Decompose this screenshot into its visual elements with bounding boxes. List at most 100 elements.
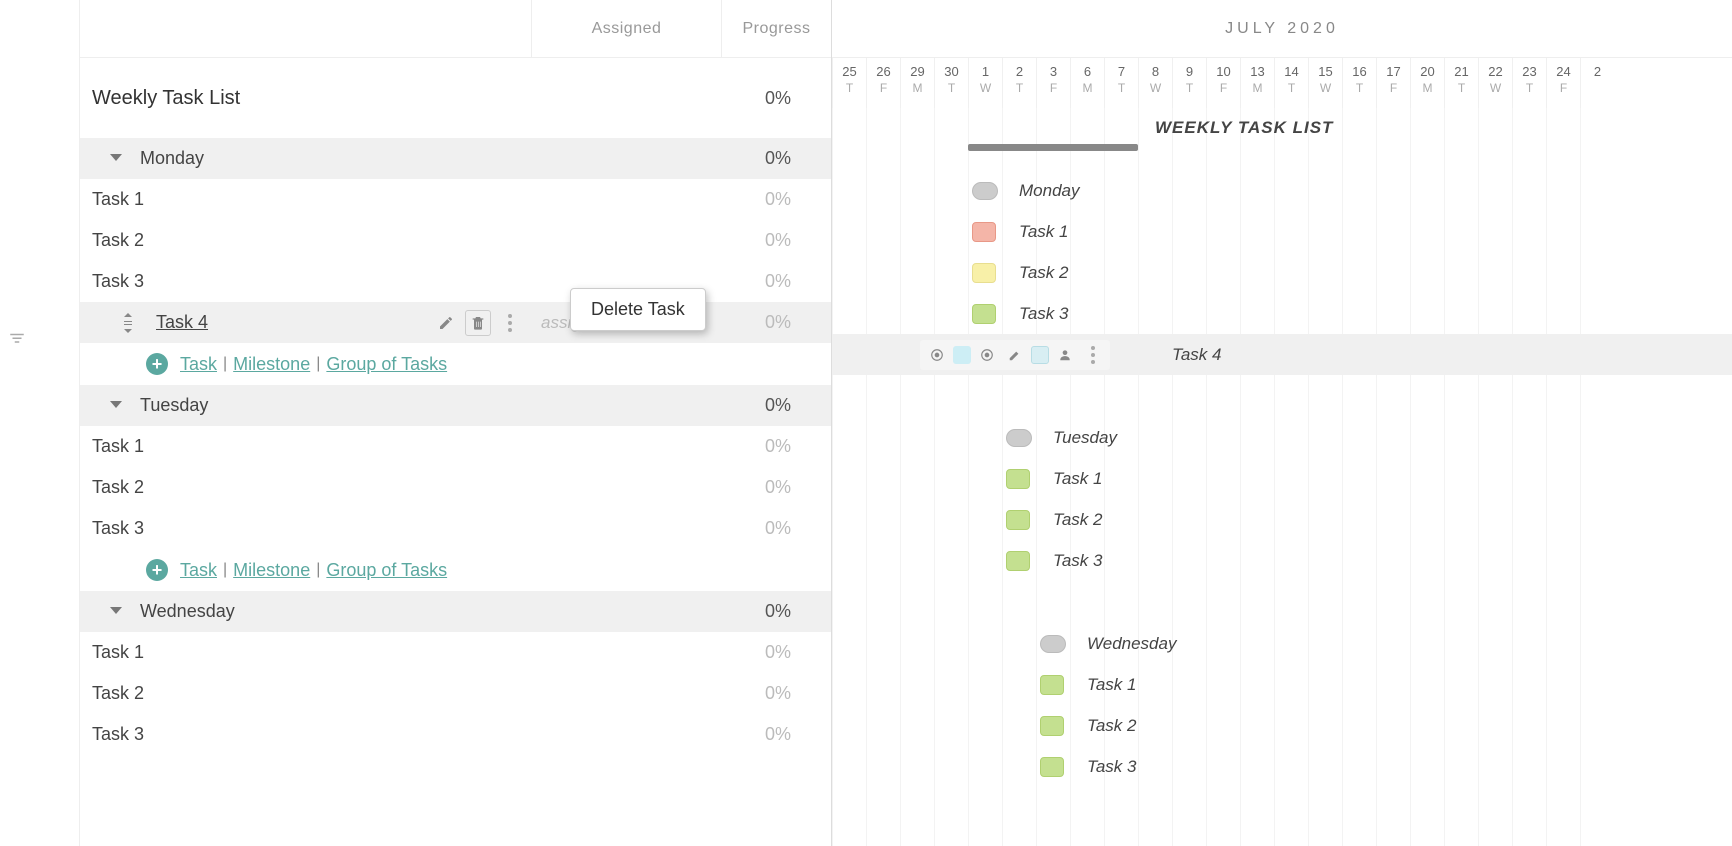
task-name[interactable]: Task 1	[92, 642, 144, 663]
day-column: 9T	[1172, 58, 1206, 108]
task-name[interactable]: Task 1	[92, 189, 144, 210]
task-name[interactable]: Task 1	[92, 436, 144, 457]
day-column: 15W	[1308, 58, 1342, 108]
task-progress: 0%	[721, 683, 831, 704]
gantt-project-label: WEEKLY TASK LIST	[1155, 118, 1333, 138]
gantt-task-bar[interactable]	[972, 263, 996, 283]
gantt-task-label: Task 3	[1053, 551, 1102, 571]
delete-task-tooltip: Delete Task	[570, 288, 706, 331]
toolbar-color-icon[interactable]	[1031, 346, 1049, 364]
collapse-icon[interactable]	[110, 401, 122, 411]
gantt-panel: JULY 2020 25T26F29M30T1W2T3F6M7T8W9T10F1…	[832, 0, 1732, 846]
toolbar-more-icon[interactable]	[1081, 343, 1105, 367]
left-gutter	[0, 0, 80, 846]
more-icon[interactable]	[497, 310, 523, 336]
task-name[interactable]: Task 3	[92, 518, 144, 539]
filter-icon[interactable]	[6, 330, 28, 348]
add-icon[interactable]: +	[146, 353, 168, 375]
gantt-task-toolbar	[920, 340, 1110, 370]
task-progress: 0%	[721, 642, 831, 663]
gantt-task-bar[interactable]	[1006, 510, 1030, 530]
day-column: 14T	[1274, 58, 1308, 108]
gantt-task-bar[interactable]	[1040, 757, 1064, 777]
task-progress: 0%	[721, 271, 831, 292]
group-name[interactable]: Tuesday	[140, 395, 208, 416]
day-column: 29M	[900, 58, 934, 108]
group-progress: 0%	[721, 601, 831, 622]
group-name[interactable]: Wednesday	[140, 601, 235, 622]
column-header-progress[interactable]: Progress	[721, 0, 831, 57]
task-progress: 0%	[721, 518, 831, 539]
toolbar-person-icon[interactable]	[1053, 343, 1077, 367]
day-column: 21T	[1444, 58, 1478, 108]
gantt-task-bar[interactable]	[1006, 469, 1030, 489]
group-name[interactable]: Monday	[140, 148, 204, 169]
gantt-group-label: Wednesday	[1087, 634, 1176, 654]
task-progress: 0%	[721, 724, 831, 745]
drag-handle-icon[interactable]	[120, 313, 136, 333]
gantt-task-bar[interactable]	[1040, 675, 1064, 695]
gantt-task-bar[interactable]	[972, 304, 996, 324]
task-progress: 0%	[721, 312, 831, 333]
gantt-task-label: Task 1	[1019, 222, 1068, 242]
gantt-task-label: Task 2	[1087, 716, 1136, 736]
gantt-task-label: Task 3	[1087, 757, 1136, 777]
gantt-task-label: Task 2	[1053, 510, 1102, 530]
delete-icon[interactable]	[465, 310, 491, 336]
task-name[interactable]: Task 2	[92, 683, 144, 704]
collapse-icon[interactable]	[110, 607, 122, 617]
gantt-task-bar[interactable]	[1040, 716, 1064, 736]
add-group-link[interactable]: Group of Tasks	[326, 354, 447, 375]
gantt-task-bar[interactable]	[1006, 551, 1030, 571]
day-column: 2T	[1002, 58, 1036, 108]
day-column: 23T	[1512, 58, 1546, 108]
toolbar-complete-icon[interactable]	[925, 343, 949, 367]
add-task-link[interactable]: Task	[180, 560, 217, 581]
gantt-task-label: Task 4	[1172, 345, 1221, 365]
day-column: 6M	[1070, 58, 1104, 108]
day-column: 25T	[832, 58, 866, 108]
day-column: 7T	[1104, 58, 1138, 108]
gantt-group-label: Tuesday	[1053, 428, 1117, 448]
gantt-project-bar[interactable]	[968, 144, 1138, 151]
collapse-icon[interactable]	[110, 154, 122, 164]
task-name[interactable]: Task 3	[92, 271, 144, 292]
day-column: 10F	[1206, 58, 1240, 108]
gantt-group-marker[interactable]	[1040, 635, 1066, 653]
add-task-link[interactable]: Task	[180, 354, 217, 375]
gantt-task-label: Task 3	[1019, 304, 1068, 324]
group-progress: 0%	[721, 148, 831, 169]
gantt-task-bar[interactable]	[953, 346, 971, 364]
day-column: 13M	[1240, 58, 1274, 108]
gantt-group-marker[interactable]	[972, 182, 998, 200]
day-column: 30T	[934, 58, 968, 108]
day-column: 17F	[1376, 58, 1410, 108]
day-column: 20M	[1410, 58, 1444, 108]
column-header-assigned[interactable]: Assigned	[531, 0, 721, 57]
add-milestone-link[interactable]: Milestone	[233, 354, 310, 375]
gantt-group-marker[interactable]	[1006, 429, 1032, 447]
gantt-task-label: Task 1	[1087, 675, 1136, 695]
project-title[interactable]: Weekly Task List	[92, 87, 240, 110]
task-name[interactable]: Task 3	[92, 724, 144, 745]
task-name[interactable]: Task 2	[92, 477, 144, 498]
add-group-link[interactable]: Group of Tasks	[326, 560, 447, 581]
task-progress: 0%	[721, 436, 831, 457]
gantt-month-label: JULY 2020	[832, 0, 1732, 58]
task-progress: 0%	[721, 230, 831, 251]
gantt-group-label: Monday	[1019, 181, 1079, 201]
gantt-task-bar[interactable]	[972, 222, 996, 242]
task-name[interactable]: Task 2	[92, 230, 144, 251]
day-column: 3F	[1036, 58, 1070, 108]
task-name[interactable]: Task 4	[156, 312, 208, 333]
edit-icon[interactable]	[433, 310, 459, 336]
toolbar-target-icon[interactable]	[975, 343, 999, 367]
day-column: 16T	[1342, 58, 1376, 108]
add-icon[interactable]: +	[146, 559, 168, 581]
day-column: 2	[1580, 58, 1614, 108]
gantt-task-label: Task 1	[1053, 469, 1102, 489]
task-progress: 0%	[721, 477, 831, 498]
toolbar-edit-icon[interactable]	[1003, 343, 1027, 367]
day-column: 8W	[1138, 58, 1172, 108]
add-milestone-link[interactable]: Milestone	[233, 560, 310, 581]
